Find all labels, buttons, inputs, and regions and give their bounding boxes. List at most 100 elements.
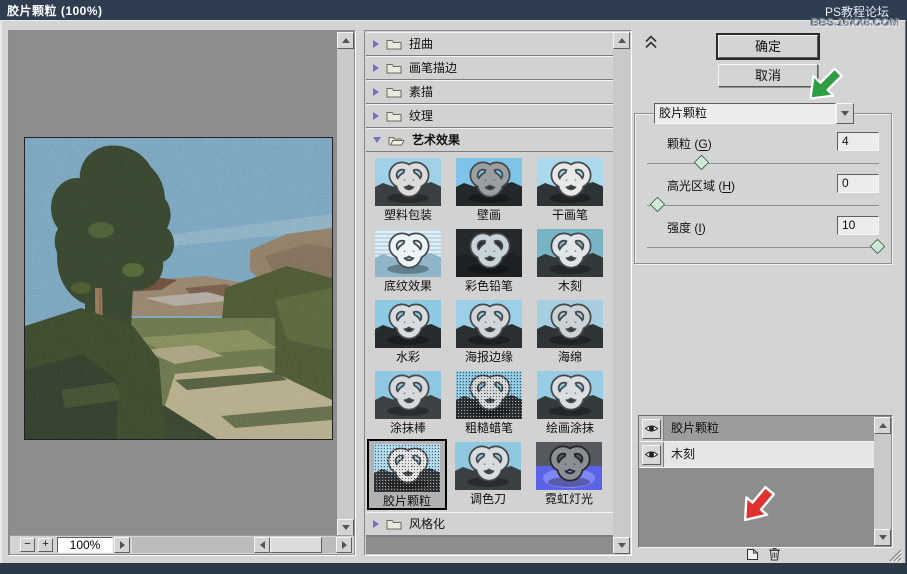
- zoom-menu-button[interactable]: [114, 537, 130, 553]
- triangle-right-icon: [119, 541, 125, 549]
- filter-thumbnail-image: [375, 300, 441, 348]
- folder-icon: [386, 519, 402, 529]
- effect-layer-row-1[interactable]: 木刻: [639, 442, 875, 468]
- scroll-up-button[interactable]: [337, 32, 354, 49]
- filter-category-top-2[interactable]: 素描: [366, 80, 613, 104]
- filter-list-empty-area: [366, 536, 613, 554]
- filter-thumbnail-image: [456, 158, 522, 206]
- filter-thumbnail-image: [455, 442, 521, 490]
- grain-overlay: [456, 371, 522, 419]
- grain-overlay: [374, 444, 440, 492]
- filter-thumbnail-7[interactable]: 海报边缘: [449, 298, 529, 367]
- triangle-right-icon: [341, 541, 347, 549]
- folder-open-icon: [388, 136, 405, 145]
- filter-thumbnail-9[interactable]: 涂抹棒: [368, 369, 448, 438]
- visibility-toggle[interactable]: [641, 444, 661, 465]
- zoom-level-display[interactable]: 100%: [57, 537, 113, 553]
- filter-category-top-3[interactable]: 纹理: [366, 104, 613, 128]
- scroll-left-button[interactable]: [254, 537, 270, 553]
- slider-track[interactable]: [647, 163, 879, 165]
- filter-thumbnail-label: 绘画涂抹: [545, 421, 594, 435]
- slider-thumb[interactable]: [649, 196, 665, 213]
- filter-thumbnail-6[interactable]: 水彩: [368, 298, 448, 367]
- filter-thumbnail-image: [537, 158, 603, 206]
- slider-thumb[interactable]: [869, 238, 886, 255]
- scroll-right-button[interactable]: [336, 537, 352, 553]
- zoom-out-button[interactable]: −: [20, 538, 35, 552]
- scroll-down-button[interactable]: [874, 529, 891, 546]
- filter-category-top-0[interactable]: 扭曲: [366, 32, 613, 56]
- chevron-right-icon: [373, 39, 379, 48]
- slider-group-g: 颗粒 (G) 4: [634, 128, 890, 171]
- triangle-down-icon: [878, 535, 887, 540]
- filter-thumbnail-image: [537, 229, 603, 277]
- new-effect-layer-icon: [747, 549, 758, 560]
- dialog-title: 胶片颗粒 (100%): [7, 3, 103, 18]
- preview-horizontal-scrollbar[interactable]: [132, 537, 352, 553]
- filter-thumbnail-label: 壁画: [476, 208, 501, 222]
- filter-thumbnail-label: 塑料包装: [383, 208, 432, 222]
- filter-thumbnail-label: 霓虹灯光: [544, 492, 593, 506]
- filter-vertical-scrollbar[interactable]: [613, 32, 630, 554]
- filter-category-artistic[interactable]: 艺术效果: [366, 128, 613, 152]
- category-label: 扭曲: [409, 37, 434, 51]
- filter-thumbnail-3[interactable]: 底纹效果: [368, 227, 448, 296]
- filter-thumbnail-label: 木刻: [557, 279, 582, 293]
- slider-value-field[interactable]: 0: [837, 174, 879, 193]
- filter-thumbnail-1[interactable]: 壁画: [449, 156, 529, 225]
- category-label: 纹理: [409, 109, 434, 123]
- preview-canvas[interactable]: [10, 32, 337, 536]
- filter-thumbnail-4[interactable]: 彩色铅笔: [449, 227, 529, 296]
- scroll-up-button[interactable]: [874, 417, 891, 434]
- filter-thumbnail-image: [374, 444, 440, 492]
- visibility-toggle[interactable]: [641, 418, 661, 439]
- category-label: 风格化: [409, 517, 446, 531]
- layers-vertical-scrollbar[interactable]: [874, 417, 891, 546]
- filter-thumbnail-5[interactable]: 木刻: [530, 227, 610, 296]
- folder-icon: [386, 87, 402, 97]
- slider-label: 高光区域 (H): [667, 179, 736, 193]
- filter-thumbnail-label: 胶片颗粒: [382, 494, 431, 508]
- horizontal-scroll-thumb[interactable]: [270, 537, 322, 553]
- dialog-titlebar[interactable]: 胶片颗粒 (100%) PS教程论坛: [0, 0, 907, 21]
- filter-thumbnail-label: 海绵: [557, 350, 582, 364]
- filter-thumbnail-13[interactable]: 调色刀: [448, 440, 528, 509]
- folder-icon: [386, 63, 402, 73]
- chevron-right-icon: [373, 519, 379, 528]
- chevron-right-icon: [373, 63, 379, 72]
- scroll-down-button[interactable]: [613, 537, 630, 554]
- filter-thumbnail-10[interactable]: 粗糙蜡笔: [449, 369, 529, 438]
- slider-group-i: 强度 (I) 10: [634, 212, 890, 255]
- ok-button[interactable]: 确定: [716, 33, 820, 60]
- scroll-up-button[interactable]: [613, 32, 630, 49]
- slider-thumb[interactable]: [693, 154, 709, 171]
- preview-vertical-scrollbar[interactable]: [337, 32, 354, 536]
- filter-thumbnail-12-selected[interactable]: 胶片颗粒: [367, 439, 447, 510]
- preview-statusbar: − + 100%: [10, 535, 354, 554]
- filter-thumbnail-label: 彩色铅笔: [464, 279, 513, 293]
- filter-thumbnail-8[interactable]: 海绵: [530, 298, 610, 367]
- triangle-down-icon: [617, 543, 626, 548]
- slider-value-field[interactable]: 10: [837, 216, 879, 235]
- filter-thumbnail-0[interactable]: 塑料包装: [368, 156, 448, 225]
- visibility-cell: [639, 442, 664, 467]
- effect-layer-row-0-selected[interactable]: 胶片颗粒: [639, 416, 875, 442]
- slider-track[interactable]: [647, 205, 879, 207]
- green-arrow-annotation: [809, 67, 843, 100]
- zoom-in-button[interactable]: +: [38, 538, 53, 552]
- filter-thumbnail-image: [537, 300, 603, 348]
- slider-track[interactable]: [647, 247, 879, 249]
- filter-thumbnail-11[interactable]: 绘画涂抹: [530, 369, 610, 438]
- filter-thumbnail-2[interactable]: 干画笔: [530, 156, 610, 225]
- collapse-panel-button[interactable]: [643, 35, 659, 49]
- filter-thumbnail-image: [537, 371, 603, 419]
- filter-category-top-1[interactable]: 画笔描边: [366, 56, 613, 80]
- filter-thumbnail-14[interactable]: 霓虹灯光: [529, 440, 609, 509]
- eye-icon: [644, 451, 658, 458]
- filter-category-bottom-0[interactable]: 风格化: [366, 512, 613, 536]
- filter-thumbnail-image: [375, 229, 441, 277]
- slider-value-field[interactable]: 4: [837, 132, 879, 151]
- double-chevron-up-icon: [645, 35, 657, 49]
- scroll-down-button[interactable]: [337, 519, 354, 536]
- filter-thumbnail-label: 干画笔: [551, 208, 588, 222]
